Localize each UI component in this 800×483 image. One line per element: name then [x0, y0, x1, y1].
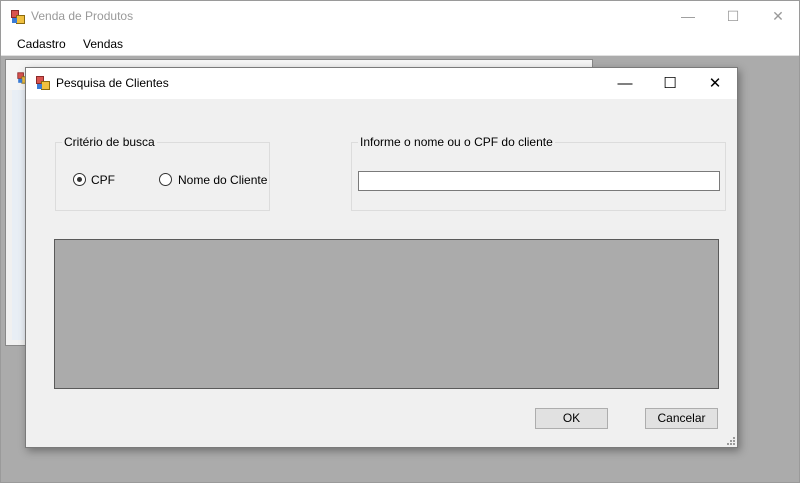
radio-nome-cliente[interactable] — [159, 173, 172, 186]
radio-cpf[interactable] — [73, 173, 86, 186]
search-input[interactable] — [358, 171, 720, 191]
dialog-title: Pesquisa de Clientes — [56, 76, 169, 90]
menu-vendas[interactable]: Vendas — [83, 37, 123, 51]
menubar: Cadastro Vendas — [1, 32, 799, 56]
main-maximize-icon[interactable]: ☐ — [710, 1, 756, 32]
search-criteria-group: Critério de busca CPF Nome do Cliente — [55, 135, 270, 211]
radio-selected-dot — [77, 177, 82, 182]
search-field-group: Informe o nome ou o CPF do cliente — [351, 135, 726, 211]
resize-grip-icon[interactable] — [727, 437, 735, 445]
results-grid[interactable] — [54, 239, 719, 389]
menu-cadastro[interactable]: Cadastro — [17, 37, 66, 51]
app-icon — [11, 10, 25, 24]
dialog-titlebar[interactable]: Pesquisa de Clientes — ☐ ✕ — [26, 68, 737, 99]
main-close-icon[interactable]: ✕ — [755, 1, 800, 32]
ok-button[interactable]: OK — [535, 408, 608, 429]
dialog-minimize-icon[interactable]: — — [602, 68, 648, 99]
main-window-title: Venda de Produtos — [31, 9, 134, 23]
cancel-button[interactable]: Cancelar — [645, 408, 718, 429]
dialog-maximize-icon[interactable]: ☐ — [647, 68, 693, 99]
radio-nome-cliente-label[interactable]: Nome do Cliente — [178, 173, 267, 187]
radio-cpf-label[interactable]: CPF — [91, 173, 115, 187]
main-minimize-icon[interactable]: — — [665, 1, 711, 32]
search-field-legend: Informe o nome ou o CPF do cliente — [358, 135, 555, 149]
search-clients-dialog: Pesquisa de Clientes — ☐ ✕ Critério de b… — [25, 67, 738, 448]
dialog-app-icon — [36, 76, 50, 90]
main-titlebar[interactable]: Venda de Produtos — ☐ ✕ — [1, 1, 799, 32]
search-criteria-legend: Critério de busca — [62, 135, 157, 149]
dialog-close-icon[interactable]: ✕ — [692, 68, 738, 99]
